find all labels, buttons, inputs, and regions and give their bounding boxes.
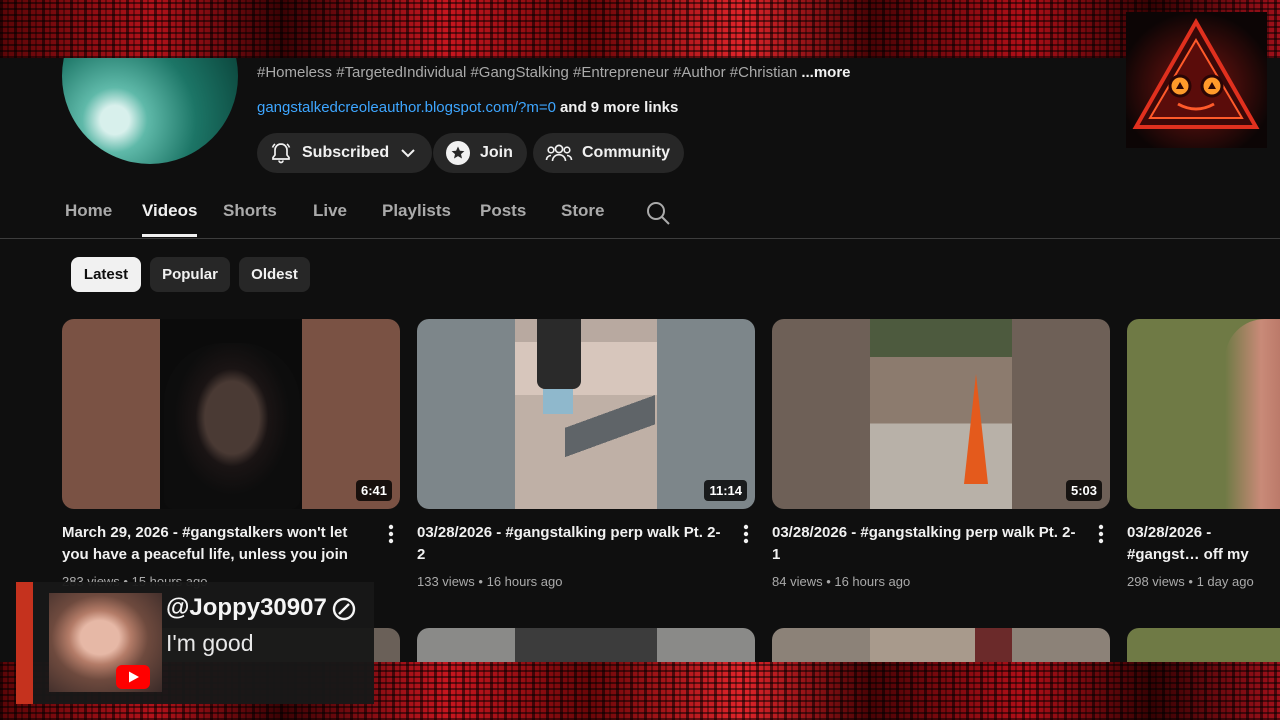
chat-message-text: I'm good — [166, 630, 254, 656]
subscribed-label: Subscribed — [302, 144, 390, 161]
more-links-link[interactable]: and 9 more links — [560, 99, 678, 116]
channel-description-text: #Homeless #TargetedIndividual #GangStalk… — [257, 64, 798, 81]
channel-links: gangstalkedcreoleauthor.blogspot.com/?m=… — [257, 99, 678, 116]
video-title[interactable]: 03/28/2026 - #gangstalking perp walk Pt.… — [417, 522, 727, 566]
community-label: Community — [582, 144, 670, 161]
tab-store[interactable]: Store — [561, 201, 604, 221]
stream-logo — [1126, 12, 1267, 148]
thumbnail-image-bench — [565, 379, 655, 509]
overlay-accent-stripe — [16, 582, 33, 704]
more-link[interactable]: ...more — [801, 64, 850, 81]
thumbnail-image — [870, 319, 1012, 509]
channel-link[interactable]: gangstalkedcreoleauthor.blogspot.com/?m=… — [257, 99, 556, 116]
video-views: 133 views — [417, 574, 475, 589]
video-age: 16 hours ago — [486, 574, 563, 589]
thumbnail-image — [1225, 319, 1280, 509]
tab-live[interactable]: Live — [313, 201, 347, 221]
filter-latest[interactable]: Latest — [71, 257, 141, 292]
channel-page: #Homeless #TargetedIndividual #GangStalk… — [0, 58, 1280, 662]
video-duration: 11:14 — [704, 480, 747, 501]
tab-home[interactable]: Home — [65, 201, 112, 221]
video-duration: 6:41 — [355, 480, 392, 501]
community-icon — [545, 141, 573, 165]
video-title[interactable]: 03/28/2026 - #gangstalking perp walk Pt.… — [772, 522, 1082, 566]
join-label: Join — [480, 144, 513, 161]
more-vert-icon[interactable] — [743, 524, 749, 544]
video-meta: 133 views • 16 hours ago — [417, 574, 563, 589]
tab-posts[interactable]: Posts — [480, 201, 526, 221]
community-button[interactable]: Community — [533, 133, 684, 173]
subscribed-button[interactable]: Subscribed — [257, 133, 433, 173]
thumbnail-image — [164, 343, 300, 509]
youtube-logo-icon — [116, 665, 150, 694]
video-title[interactable]: March 29, 2026 - #gangstalkers won't let… — [62, 522, 372, 566]
video-age: 1 day ago — [1196, 574, 1254, 589]
video-views: 298 views — [1127, 574, 1185, 589]
thumbnail-image-cone — [964, 374, 988, 484]
tab-videos[interactable]: Videos — [142, 201, 198, 237]
search-icon[interactable] — [645, 200, 671, 231]
filter-popular[interactable]: Popular — [150, 257, 230, 292]
chat-message-overlay: @Joppy30907 I'm good — [16, 582, 374, 704]
video-meta: 84 views • 16 hours ago — [772, 574, 911, 589]
channel-avatar[interactable] — [62, 58, 238, 164]
decorative-top-band — [0, 0, 1280, 58]
more-vert-icon[interactable] — [1098, 524, 1104, 544]
video-views: 84 views — [772, 574, 823, 589]
video-thumbnail[interactable] — [1127, 319, 1280, 509]
filter-oldest[interactable]: Oldest — [239, 257, 310, 292]
tab-shorts[interactable]: Shorts — [223, 201, 277, 221]
bell-icon — [269, 141, 293, 165]
video-thumbnail[interactable]: 5:03 — [772, 319, 1110, 509]
video-thumbnail[interactable] — [1127, 628, 1280, 662]
video-thumbnail[interactable] — [772, 628, 1110, 662]
join-button[interactable]: Join — [433, 133, 527, 173]
chevron-down-icon — [398, 143, 418, 163]
video-age: 16 hours ago — [834, 574, 911, 589]
more-vert-icon[interactable] — [388, 524, 394, 544]
thumbnail-image-person — [537, 319, 581, 389]
video-meta: 298 views • 1 day ago — [1127, 574, 1254, 589]
video-thumbnail[interactable]: 11:14 — [417, 319, 755, 509]
video-thumbnail[interactable]: 6:41 — [62, 319, 400, 509]
video-duration: 5:03 — [1065, 480, 1102, 501]
channel-tabs: Home Videos Shorts Live Playlists Posts … — [0, 178, 1280, 239]
star-icon — [445, 140, 471, 166]
video-thumbnail[interactable] — [417, 628, 755, 662]
video-title[interactable]: 03/28/2026 - #gangst… off my video about… — [1127, 522, 1280, 566]
chat-handle: @Joppy30907 — [166, 594, 327, 621]
channel-description[interactable]: #Homeless #TargetedIndividual #GangStalk… — [257, 64, 851, 81]
block-icon — [332, 597, 356, 626]
tab-playlists[interactable]: Playlists — [382, 201, 451, 221]
